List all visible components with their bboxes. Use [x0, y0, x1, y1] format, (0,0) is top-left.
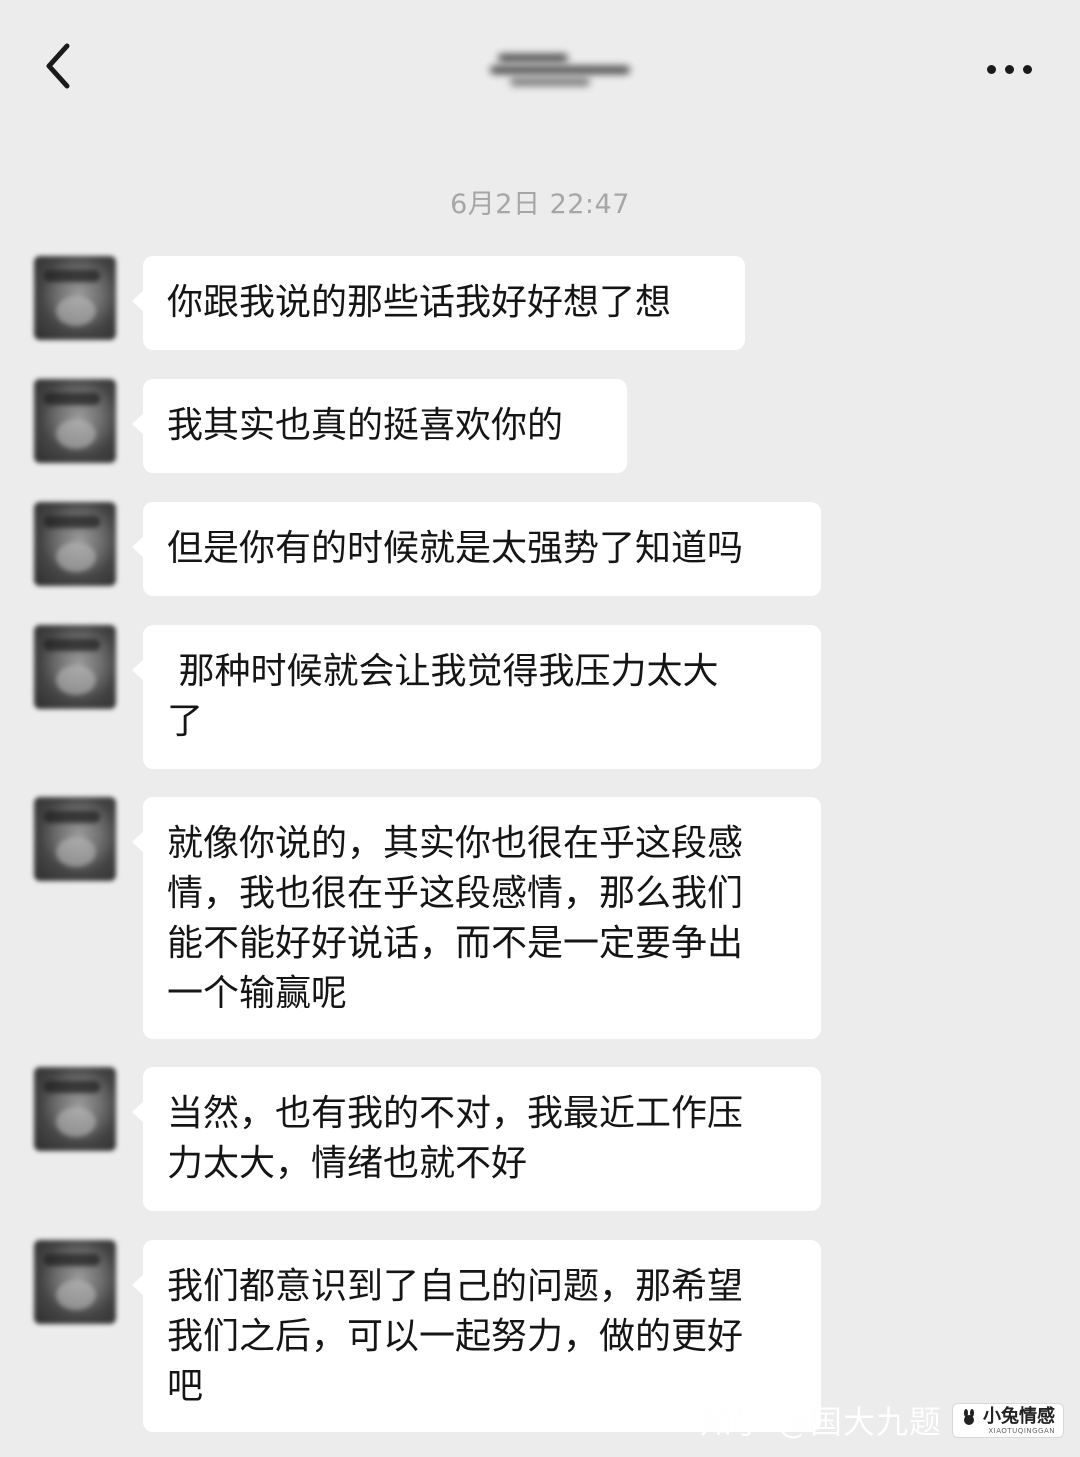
brand-logo-subtext: XIAOTUQINGGAN [988, 1426, 1055, 1435]
chat-title-redacted [490, 48, 640, 88]
chat-timestamp: 6月2日 22:47 [450, 189, 630, 220]
back-button[interactable] [28, 36, 88, 96]
more-dots-icon [986, 64, 996, 74]
more-options-button[interactable] [974, 44, 1044, 94]
message-bubble[interactable]: 我其实也真的挺喜欢你的 [132, 379, 627, 473]
message-bubble[interactable]: 但是你有的时候就是太强势了知道吗 [132, 502, 821, 596]
avatar[interactable] [34, 1067, 116, 1151]
message-bubble[interactable]: 你跟我说的那些话我好好想了想 [132, 256, 745, 350]
avatar[interactable] [34, 256, 116, 340]
avatar[interactable] [34, 1240, 116, 1324]
message-bubble[interactable]: 当然，也有我的不对，我最近工作压 力太大，情绪也就不好 [132, 1067, 821, 1211]
watermark: 知乎 @国大九题 小兔情感 XIAOTUQINGGAN [700, 1397, 1064, 1443]
brand-logo: 小兔情感 XIAOTUQINGGAN [952, 1402, 1064, 1438]
avatar[interactable] [34, 502, 116, 586]
zhihu-watermark-text: 知乎 @国大九题 [699, 1403, 942, 1441]
avatar[interactable] [34, 379, 116, 463]
message-bubble[interactable]: 那种时候就会让我觉得我压力太大 了 [132, 625, 821, 769]
message-bubble[interactable]: 就像你说的，其实你也很在乎这段感 情，我也很在乎这段感情，那么我们 能不能好好说… [132, 797, 821, 1039]
rabbit-icon [964, 1408, 974, 1425]
brand-logo-text: 小兔情感 [983, 1405, 1055, 1427]
avatar[interactable] [34, 625, 116, 709]
chevron-left-icon [46, 43, 70, 89]
chat-header [0, 0, 1080, 140]
avatar[interactable] [34, 797, 116, 881]
